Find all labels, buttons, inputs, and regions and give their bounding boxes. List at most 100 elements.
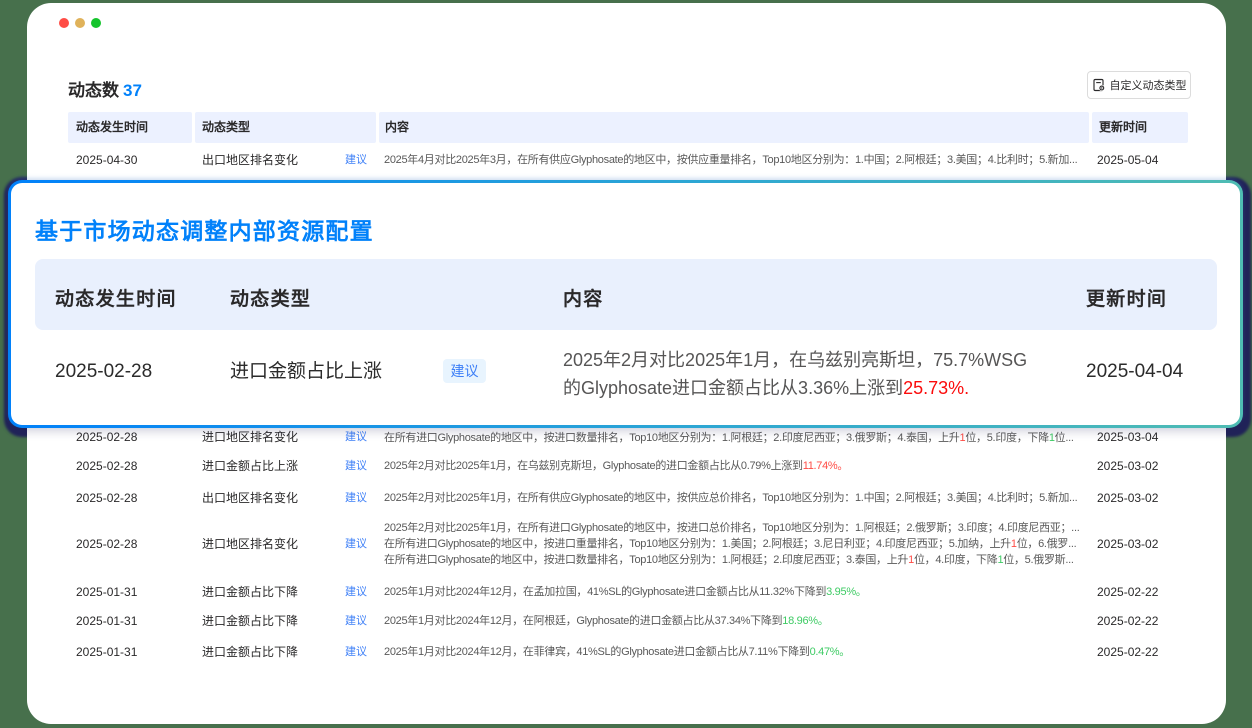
table-header-cell: 更新时间	[1092, 112, 1188, 143]
popup-row-content: 2025年2月对比2025年1月，在乌兹别亮斯坦，75.7%WSG 的Glypho…	[563, 346, 1027, 402]
popup-row-updated: 2025-04-04	[1086, 361, 1183, 383]
table-row: 2025-01-31 进口金额占比下降 建议 2025年1月对比2024年12月，在孟…	[27, 584, 1226, 600]
row-suggestion-tag[interactable]: 建议	[345, 613, 367, 629]
row-type: 出口地区排名变化	[202, 490, 298, 506]
customize-type-button[interactable]: 自定义动态类型	[1087, 71, 1191, 99]
popup-col-content: 内容	[563, 264, 604, 335]
content-text: 在所有进口Glyphosate的地区中，按进口数量排名，Top10地区分别为：1…	[384, 554, 908, 566]
table-row: 2025-02-28 进口金额占比上涨 建议 2025年2月对比2025年1月，在乌兹…	[27, 458, 1226, 474]
traffic-light-minimize[interactable]	[75, 18, 85, 28]
content-text: 位，4.印度，下降	[914, 554, 997, 566]
row-content: 2025年1月对比2024年12月，在菲律宾，41%SL的Glyphosate进…	[384, 644, 850, 660]
row-suggestion-tag[interactable]: 建议	[345, 644, 367, 660]
content-text: 位，5.印度，下降	[965, 432, 1048, 444]
table-header-label: 更新时间	[1099, 112, 1147, 143]
table-header-label: 内容	[385, 112, 409, 143]
row-suggestion-tag[interactable]: 建议	[345, 536, 367, 552]
content-value-fall: 0.47%。	[810, 646, 850, 658]
row-type: 进口金额占比下降	[202, 644, 298, 660]
popup-row-type: 进口金额占比上涨	[230, 361, 382, 383]
row-content-line: 2025年1月对比2024年12月，在阿根廷，Glyphosate的进口金额占比…	[384, 613, 828, 629]
popup-col-type: 动态类型	[230, 264, 311, 335]
row-type: 出口地区排名变化	[202, 152, 298, 168]
content-text: 2025年1月对比2024年12月，在菲律宾，41%SL的Glyphosate进…	[384, 646, 810, 658]
row-updated: 2025-03-02	[1097, 458, 1158, 474]
row-content: 2025年2月对比2025年1月，在乌兹别克斯坦，Glyphosate的进口金额…	[384, 458, 848, 474]
popup-col-updated: 更新时间	[1086, 264, 1167, 335]
row-content: 2025年2月对比2025年1月，在所有进口Glyphosate的地区中，按进口…	[384, 520, 1079, 568]
content-text: 位，5.俄罗斯...	[1003, 554, 1073, 566]
table-header-cell: 内容	[379, 112, 1089, 143]
row-suggestion-tag[interactable]: 建议	[345, 458, 367, 474]
traffic-light-close[interactable]	[59, 18, 69, 28]
highlight-popup: 基于市场动态调整内部资源配置 动态发生时间动态类型内容更新时间 2025-02-…	[8, 180, 1243, 428]
table-header-cell: 动态类型	[195, 112, 376, 143]
popup-title: 基于市场动态调整内部资源配置	[35, 212, 374, 246]
row-type: 进口地区排名变化	[202, 536, 298, 552]
row-updated: 2025-03-04	[1097, 429, 1158, 445]
content-text: 位，6.俄罗...	[1017, 538, 1077, 550]
row-content-line: 2025年1月对比2024年12月，在菲律宾，41%SL的Glyphosate进…	[384, 644, 850, 660]
row-updated: 2025-02-22	[1097, 644, 1158, 660]
row-updated: 2025-05-04	[1097, 152, 1158, 168]
row-type: 进口金额占比上涨	[202, 458, 298, 474]
table-header-cell: 动态发生时间	[68, 112, 192, 143]
row-date: 2025-01-31	[76, 584, 137, 600]
content-value-fall: 3.95%。	[826, 586, 866, 598]
row-date: 2025-01-31	[76, 613, 137, 629]
row-content-line: 在所有进口Glyphosate的地区中，按进口数量排名，Top10地区分别为：1…	[384, 430, 1074, 446]
row-type: 进口金额占比下降	[202, 584, 298, 600]
popup-suggestion-badge[interactable]: 建议	[443, 359, 486, 383]
popup-content-line: 2025年2月对比2025年1月，在乌兹别亮斯坦，75.7%WSG	[563, 346, 1027, 374]
table-row: 2025-01-31 进口金额占比下降 建议 2025年1月对比2024年12月，在菲…	[27, 644, 1226, 660]
table-header-label: 动态发生时间	[76, 112, 148, 143]
popup-col-date: 动态发生时间	[55, 264, 177, 335]
content-value-rise: 11.74%。	[803, 460, 848, 472]
row-content: 2025年4月对比2025年3月，在所有供应Glyphosate的地区中，按供应…	[384, 152, 1077, 168]
row-date: 2025-04-30	[76, 152, 137, 168]
row-content: 2025年1月对比2024年12月，在孟加拉国，41%SL的Glyphosate…	[384, 584, 867, 600]
row-content: 2025年1月对比2024年12月，在阿根廷，Glyphosate的进口金额占比…	[384, 613, 828, 629]
popup-table-header: 动态发生时间动态类型内容更新时间	[35, 259, 1217, 330]
row-suggestion-tag[interactable]: 建议	[345, 584, 367, 600]
row-updated: 2025-03-02	[1097, 490, 1158, 506]
content-text: 2025年4月对比2025年3月，在所有供应Glyphosate的地区中，按供应…	[384, 154, 1077, 166]
table-row: 2025-04-30 出口地区排名变化 建议 2025年4月对比2025年3月，在所有…	[27, 152, 1226, 168]
table-row: 2025-02-28 进口地区排名变化 建议 在所有进口Glyphosate的地区中，…	[27, 429, 1226, 445]
row-content-line: 在所有进口Glyphosate的地区中，按进口重量排名，Top10地区分别为：1…	[384, 536, 1079, 552]
row-type: 进口地区排名变化	[202, 429, 298, 445]
row-content-line: 2025年1月对比2024年12月，在孟加拉国，41%SL的Glyphosate…	[384, 584, 867, 600]
row-date: 2025-01-31	[76, 644, 137, 660]
dynamic-count-label: 动态数	[68, 81, 119, 100]
content-text: 2025年1月对比2024年12月，在孟加拉国，41%SL的Glyphosate…	[384, 586, 826, 598]
row-type: 进口金额占比下降	[202, 613, 298, 629]
popup-row-date: 2025-02-28	[55, 361, 152, 383]
content-text: 的Glyphosate进口金额占比从3.36%上涨到	[563, 378, 903, 398]
row-content-line: 2025年2月对比2025年1月，在所有供应Glyphosate的地区中，按供应…	[384, 490, 1077, 506]
customize-type-button-label: 自定义动态类型	[1110, 77, 1187, 93]
content-text: 2025年2月对比2025年1月，在乌兹别克斯坦，Glyphosate的进口金额…	[384, 460, 803, 472]
table-row: 2025-02-28 出口地区排名变化 建议 2025年2月对比2025年1月，在所有…	[27, 490, 1226, 506]
traffic-light-maximize[interactable]	[91, 18, 101, 28]
row-content-line: 2025年2月对比2025年1月，在乌兹别克斯坦，Glyphosate的进口金额…	[384, 458, 848, 474]
row-content: 2025年2月对比2025年1月，在所有供应Glyphosate的地区中，按供应…	[384, 490, 1077, 506]
row-updated: 2025-03-02	[1097, 536, 1158, 552]
row-suggestion-tag[interactable]: 建议	[345, 429, 367, 445]
row-updated: 2025-02-22	[1097, 613, 1158, 629]
row-content-line: 2025年2月对比2025年1月，在所有进口Glyphosate的地区中，按进口…	[384, 520, 1079, 536]
row-date: 2025-02-28	[76, 536, 137, 552]
row-date: 2025-02-28	[76, 429, 137, 445]
row-suggestion-tag[interactable]: 建议	[345, 152, 367, 168]
content-text: 2025年1月对比2024年12月，在阿根廷，Glyphosate的进口金额占比…	[384, 615, 782, 627]
dynamic-count-value: 37	[123, 81, 142, 100]
row-content: 在所有进口Glyphosate的地区中，按进口数量排名，Top10地区分别为：1…	[384, 430, 1074, 446]
content-text: 2025年2月对比2025年1月，在乌兹别亮斯坦，75.7%WSG	[563, 350, 1027, 370]
content-text: 在所有进口Glyphosate的地区中，按进口重量排名，Top10地区分别为：1…	[384, 538, 1011, 550]
file-settings-icon	[1092, 78, 1106, 92]
row-date: 2025-02-28	[76, 458, 137, 474]
row-suggestion-tag[interactable]: 建议	[345, 490, 367, 506]
content-text: 2025年2月对比2025年1月，在所有进口Glyphosate的地区中，按进口…	[384, 522, 1079, 534]
row-date: 2025-02-28	[76, 490, 137, 506]
content-value-red: 25.73%.	[903, 378, 969, 398]
popup-content-line: 的Glyphosate进口金额占比从3.36%上涨到25.73%.	[563, 374, 1027, 402]
